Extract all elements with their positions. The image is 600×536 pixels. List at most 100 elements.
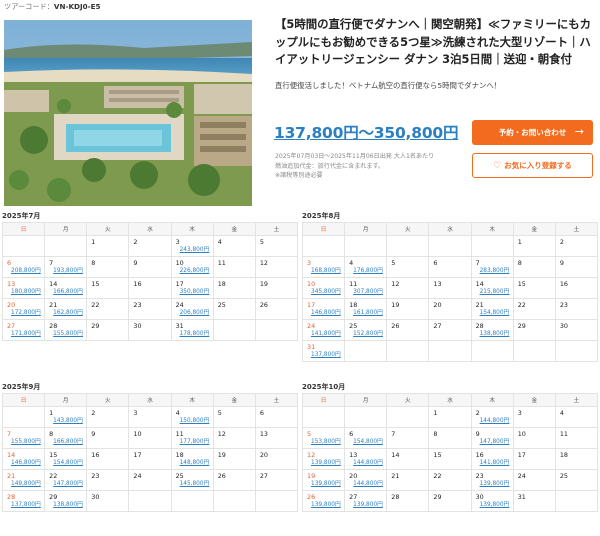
calendar-day[interactable]: 27 171,800円 — [1, 319, 46, 341]
calendar-day[interactable]: 2 144,800円 — [470, 406, 514, 428]
day-price-link[interactable]: 350,800円 — [180, 288, 213, 297]
day-price-link[interactable]: 139,800円 — [311, 459, 344, 468]
calendar-day[interactable]: 11 307,800円 — [344, 277, 388, 299]
day-price-link[interactable]: 147,800円 — [480, 438, 513, 447]
day-price-link[interactable]: 154,800円 — [53, 459, 86, 468]
day-price-link[interactable]: 178,800円 — [180, 330, 213, 339]
calendar-day[interactable]: 31 178,800円 — [170, 319, 214, 341]
calendar-day[interactable]: 19 139,800円 — [301, 469, 346, 491]
day-price-link[interactable]: 166,800円 — [53, 288, 86, 297]
day-price-link[interactable]: 154,800円 — [480, 309, 513, 318]
day-price-link[interactable]: 166,800円 — [53, 438, 86, 447]
calendar-day[interactable]: 21 162,800円 — [44, 298, 88, 320]
calendar-day[interactable]: 24 206,800円 — [170, 298, 214, 320]
calendar-day[interactable]: 17 350,800円 — [170, 277, 214, 299]
day-price-link[interactable]: 150,800円 — [180, 417, 213, 426]
day-price-link[interactable]: 171,800円 — [11, 330, 44, 339]
calendar-day[interactable]: 28 138,800円 — [470, 319, 514, 341]
calendar-day[interactable]: 12 139,800円 — [301, 448, 346, 470]
calendar-day[interactable]: 28 155,800円 — [44, 319, 88, 341]
calendar-day[interactable]: 14 215,800円 — [470, 277, 514, 299]
calendar-day[interactable]: 7 193,800円 — [44, 256, 88, 278]
day-price-link[interactable]: 139,800円 — [311, 501, 344, 510]
calendar-day[interactable]: 25 145,800円 — [170, 469, 214, 491]
calendar-day[interactable]: 14 166,800円 — [44, 277, 88, 299]
day-price-link[interactable]: 143,800円 — [53, 417, 86, 426]
day-price-link[interactable]: 141,800円 — [480, 459, 513, 468]
day-price-link[interactable]: 146,800円 — [11, 459, 44, 468]
day-price-link[interactable]: 161,800円 — [353, 309, 386, 318]
day-price-link[interactable]: 168,800円 — [311, 267, 344, 276]
day-price-link[interactable]: 172,800円 — [11, 309, 44, 318]
day-price-link[interactable]: 176,800円 — [353, 267, 386, 276]
calendar-day[interactable]: 17 146,800円 — [301, 298, 346, 320]
calendar-day[interactable]: 21 154,800円 — [470, 298, 514, 320]
calendar-day[interactable]: 22 147,800円 — [44, 469, 88, 491]
calendar-day[interactable]: 4 176,800円 — [344, 256, 388, 278]
day-price-link[interactable]: 155,800円 — [53, 330, 86, 339]
calendar-day[interactable]: 13 144,800円 — [344, 448, 388, 470]
day-price-link[interactable]: 215,800円 — [480, 288, 513, 297]
day-price-link[interactable]: 137,800円 — [11, 501, 44, 510]
calendar-day[interactable]: 13 180,800円 — [1, 277, 46, 299]
calendar-day[interactable]: 16 141,800円 — [470, 448, 514, 470]
calendar-day[interactable]: 25 152,800円 — [344, 319, 388, 341]
calendar-day[interactable]: 14 146,800円 — [1, 448, 46, 470]
calendar-day[interactable]: 11 177,800円 — [170, 427, 214, 449]
calendar-day[interactable]: 26 139,800円 — [301, 490, 346, 512]
calendar-day[interactable]: 3 243,800円 — [170, 235, 214, 257]
calendar-day[interactable]: 9 147,800円 — [470, 427, 514, 449]
day-price-link[interactable]: 139,800円 — [353, 501, 386, 510]
calendar-day[interactable]: 6 208,800円 — [1, 256, 46, 278]
calendar-day[interactable]: 8 166,800円 — [44, 427, 88, 449]
inquiry-button[interactable]: 予約・お問い合わせ → — [472, 120, 593, 145]
calendar-day[interactable]: 6 154,800円 — [344, 427, 388, 449]
price-range[interactable]: 137,800円〜350,800円 — [274, 121, 458, 143]
calendar-day[interactable]: 23 139,800円 — [470, 469, 514, 491]
calendar-day[interactable]: 24 141,800円 — [301, 319, 346, 341]
day-price-link[interactable]: 180,800円 — [11, 288, 44, 297]
calendar-day[interactable]: 28 137,800円 — [1, 490, 46, 512]
day-price-link[interactable]: 148,800円 — [180, 459, 213, 468]
calendar-day[interactable]: 15 154,800円 — [44, 448, 88, 470]
calendar-day[interactable]: 27 139,800円 — [344, 490, 388, 512]
calendar-day[interactable]: 21 149,800円 — [1, 469, 46, 491]
day-price-link[interactable]: 139,800円 — [311, 480, 344, 489]
day-price-link[interactable]: 307,800円 — [353, 288, 386, 297]
day-price-link[interactable]: 162,800円 — [53, 309, 86, 318]
day-price-link[interactable]: 177,800円 — [180, 438, 213, 447]
day-price-link[interactable]: 226,800円 — [180, 267, 213, 276]
calendar-day[interactable]: 29 138,800円 — [44, 490, 88, 512]
day-price-link[interactable]: 144,800円 — [353, 459, 386, 468]
day-price-link[interactable]: 138,800円 — [53, 501, 86, 510]
calendar-day[interactable]: 4 150,800円 — [170, 406, 214, 428]
day-price-link[interactable]: 154,800円 — [353, 438, 386, 447]
day-price-link[interactable]: 243,800円 — [180, 246, 213, 255]
calendar-day[interactable]: 18 161,800円 — [344, 298, 388, 320]
day-price-link[interactable]: 141,800円 — [311, 330, 344, 339]
day-price-link[interactable]: 208,800円 — [11, 267, 44, 276]
day-price-link[interactable]: 345,800円 — [311, 288, 344, 297]
calendar-day[interactable]: 7 283,800円 — [470, 256, 514, 278]
day-price-link[interactable]: 144,800円 — [480, 417, 513, 426]
calendar-day[interactable]: 10 226,800円 — [170, 256, 214, 278]
day-price-link[interactable]: 193,800円 — [53, 267, 86, 276]
calendar-day[interactable]: 5 153,800円 — [301, 427, 346, 449]
calendar-day[interactable]: 20 144,800円 — [344, 469, 388, 491]
day-price-link[interactable]: 137,800円 — [311, 351, 344, 360]
day-price-link[interactable]: 139,800円 — [480, 480, 513, 489]
day-price-link[interactable]: 206,800円 — [180, 309, 213, 318]
day-price-link[interactable]: 152,800円 — [353, 330, 386, 339]
calendar-day[interactable]: 3 168,800円 — [301, 256, 346, 278]
day-price-link[interactable]: 138,800円 — [480, 330, 513, 339]
day-price-link[interactable]: 153,800円 — [311, 438, 344, 447]
day-price-link[interactable]: 155,800円 — [11, 438, 44, 447]
favorite-button[interactable]: ♡ お気に入り登録する — [472, 153, 593, 178]
day-price-link[interactable]: 283,800円 — [480, 267, 513, 276]
calendar-day[interactable]: 1 143,800円 — [44, 406, 88, 428]
calendar-day[interactable]: 10 345,800円 — [301, 277, 346, 299]
day-price-link[interactable]: 139,800円 — [480, 501, 513, 510]
day-price-link[interactable]: 145,800円 — [180, 480, 213, 489]
calendar-day[interactable]: 30 139,800円 — [470, 490, 514, 512]
calendar-day[interactable]: 7 155,800円 — [1, 427, 46, 449]
